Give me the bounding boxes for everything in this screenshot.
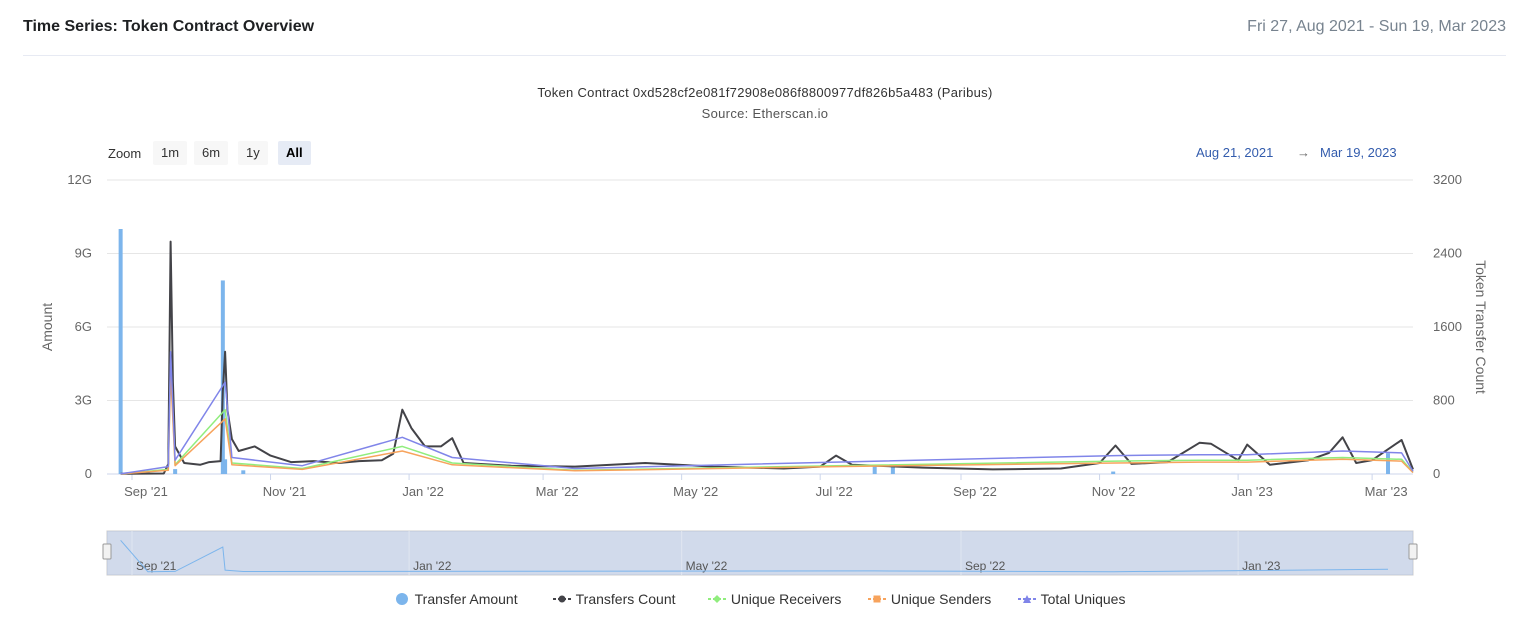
x-tick-label: Jan '22 xyxy=(402,484,444,499)
legend-label: Transfer Amount xyxy=(414,591,518,607)
legend-marker-line-diamond-icon xyxy=(708,595,726,603)
legend-item-transfer-amount[interactable]: Transfer Amount xyxy=(395,591,518,607)
y-right-tick-label: 2400 xyxy=(1433,246,1462,261)
legend-marker-line-square-icon xyxy=(868,595,886,603)
legend-item-transfers-count[interactable]: Transfers Count xyxy=(552,591,676,607)
chart-canvas: 0 0 3G 800 6G 1600 9G 2400 12G 3200 Amount Token Tr… xyxy=(39,172,1489,576)
bar-transfer-amount xyxy=(241,470,246,474)
legend-label: Total Uniques xyxy=(1040,591,1126,607)
y-right-tick-label: 3200 xyxy=(1433,172,1462,187)
bar-transfer-amount xyxy=(223,459,228,474)
navigator-left-handle[interactable] xyxy=(102,543,112,560)
y-left-tick-label: 9G xyxy=(75,246,92,261)
series-line-transfers-count xyxy=(120,240,1414,475)
bar-transfer-amount xyxy=(118,229,123,474)
y-right-axis-title: Token Transfer Count xyxy=(1473,260,1489,394)
y-right-tick-label: 800 xyxy=(1433,393,1455,408)
legend-label: Unique Receivers xyxy=(730,591,842,607)
y-right-tick-label: 0 xyxy=(1433,466,1440,481)
x-tick-label: Mar '22 xyxy=(536,484,579,499)
y-left-tick-label: 3G xyxy=(75,393,92,408)
y-left-tick-label: 0 xyxy=(85,466,92,481)
navigator-selection[interactable] xyxy=(107,531,1413,575)
series-line-unique-senders xyxy=(120,372,1414,475)
legend-marker-circle-icon xyxy=(396,593,408,605)
bar-transfer-amount xyxy=(1111,471,1116,474)
x-tick-label: Nov '21 xyxy=(263,484,307,499)
bar-transfer-amount xyxy=(890,466,895,474)
y-left-tick-label: 6G xyxy=(75,319,92,334)
x-tick-label: Jul '22 xyxy=(816,484,853,499)
y-left-axis-title: Amount xyxy=(39,303,55,351)
y-right-tick-label: 1600 xyxy=(1433,319,1462,334)
legend-marker-line-circle-icon xyxy=(553,595,571,603)
bar-transfer-amount xyxy=(1386,453,1391,474)
navigator-tick-label: Sep '21 xyxy=(136,559,177,573)
legend-marker-line-triangle-icon xyxy=(1018,595,1036,603)
legend-item-total-uniques[interactable]: Total Uniques xyxy=(1017,591,1125,607)
x-tick-label: Sep '22 xyxy=(953,484,997,499)
series-line-unique-receivers xyxy=(120,363,1414,475)
legend-item-unique-receivers[interactable]: Unique Receivers xyxy=(707,591,841,607)
y-left-tick-label: 12G xyxy=(67,172,92,187)
x-tick-label: Jan '23 xyxy=(1231,484,1273,499)
bar-transfer-amount xyxy=(173,469,178,474)
legend-label: Unique Senders xyxy=(890,591,992,607)
x-tick-label: Mar '23 xyxy=(1365,484,1408,499)
chart-legend: Transfer Amount Transfers Count Unique R… xyxy=(0,591,1516,611)
x-tick-label: Nov '22 xyxy=(1092,484,1136,499)
navigator-right-handle[interactable] xyxy=(1408,543,1418,560)
x-tick-label: May '22 xyxy=(673,484,718,499)
x-tick-label: Sep '21 xyxy=(124,484,168,499)
series-line-total-uniques xyxy=(120,351,1414,475)
legend-item-unique-senders[interactable]: Unique Senders xyxy=(867,591,991,607)
legend-label: Transfers Count xyxy=(575,591,676,607)
